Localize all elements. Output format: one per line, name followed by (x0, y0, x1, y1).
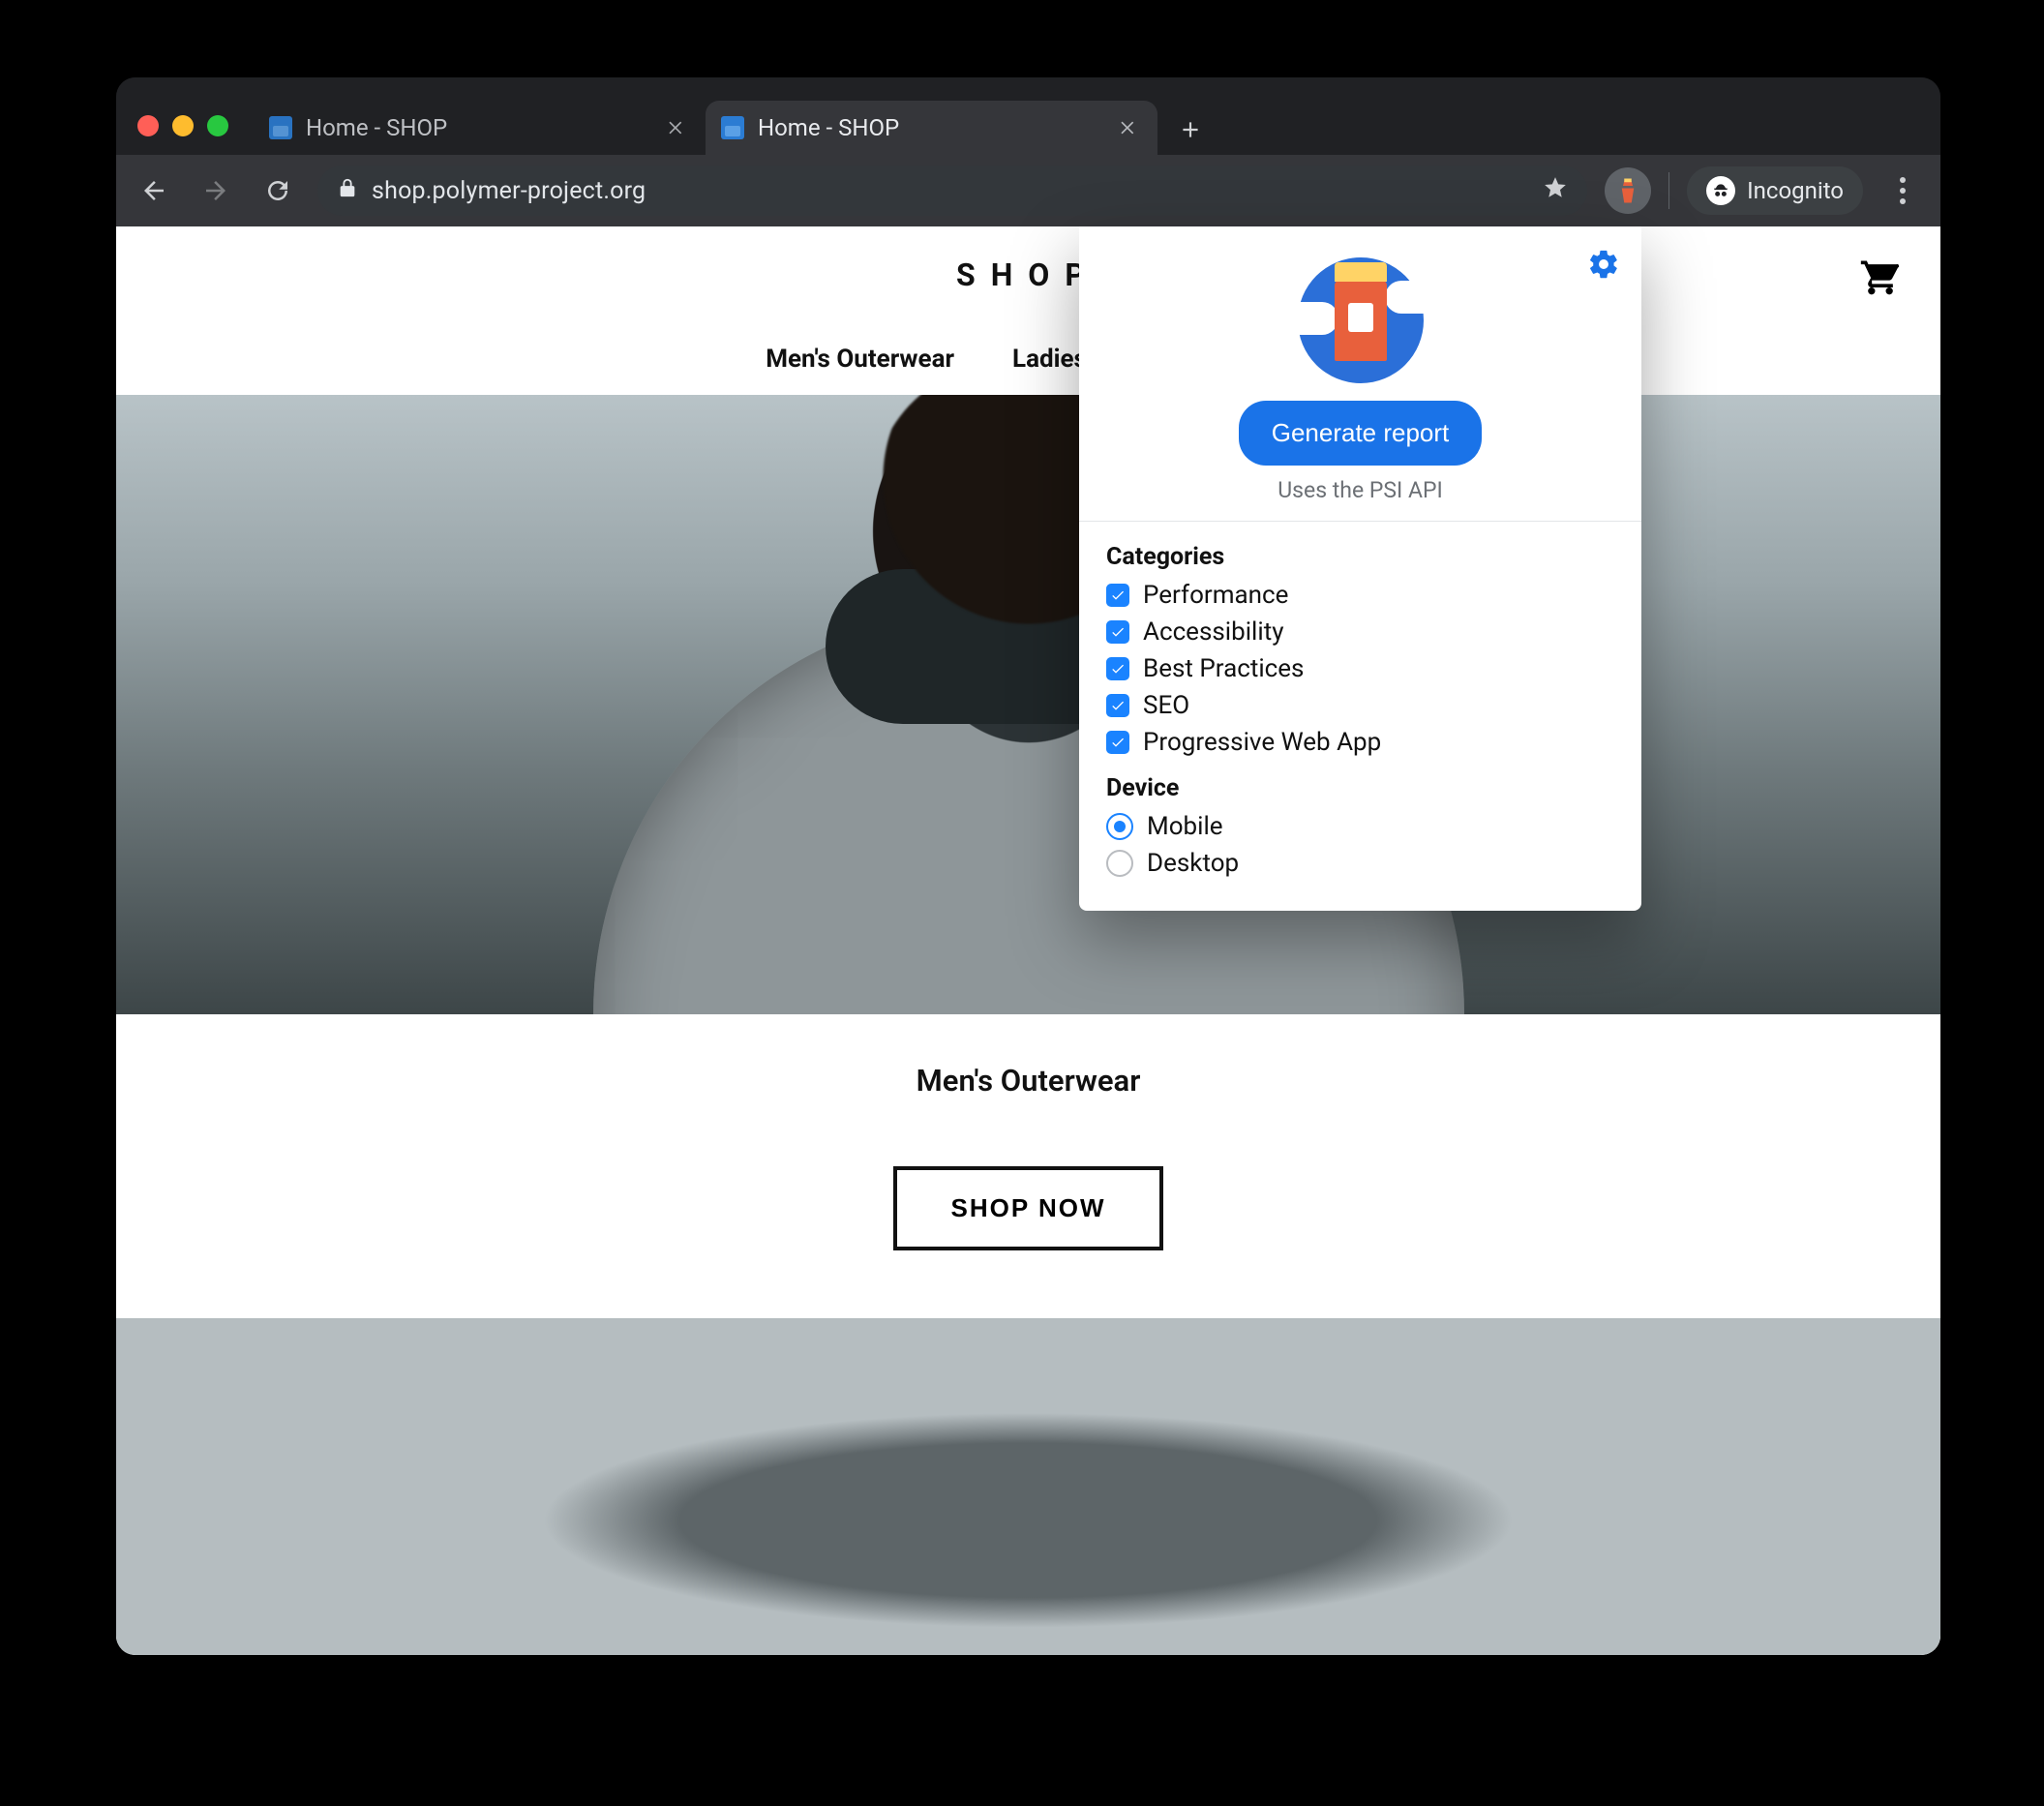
secondary-hero-image (116, 1318, 1940, 1655)
tab-close-button[interactable] (663, 114, 690, 141)
category-accessibility[interactable]: Accessibility (1106, 617, 1614, 647)
tab-title: Home - SHOP (306, 114, 649, 141)
cart-icon[interactable] (1859, 256, 1902, 298)
incognito-label: Incognito (1747, 177, 1844, 204)
category-label: Accessibility (1143, 617, 1284, 647)
minimize-window-button[interactable] (172, 115, 194, 136)
category-label: Progressive Web App (1143, 728, 1381, 757)
reload-button[interactable] (256, 168, 300, 213)
lighthouse-popup: Generate report Uses the PSI API Categor… (1079, 226, 1641, 911)
forward-button[interactable] (194, 168, 238, 213)
gear-icon[interactable] (1587, 248, 1620, 285)
tab-title: Home - SHOP (758, 114, 1101, 141)
device-label: Mobile (1147, 812, 1223, 841)
device-label: Desktop (1147, 849, 1239, 878)
categories-heading: Categories (1106, 543, 1614, 571)
categories-list: Performance Accessibility Best Practices… (1106, 581, 1614, 757)
shop-page: SHOP Men's Outerwear Ladies Outerwear M (116, 226, 1940, 1655)
browser-window: Home - SHOP Home - SHOP (116, 77, 1940, 1655)
favicon-icon (269, 116, 292, 139)
category-label: Performance (1143, 581, 1288, 610)
device-mobile[interactable]: Mobile (1106, 812, 1614, 841)
radio-selected-icon (1106, 813, 1133, 840)
category-pwa[interactable]: Progressive Web App (1106, 728, 1614, 757)
checkbox-checked-icon (1106, 584, 1129, 607)
favicon-icon (721, 116, 744, 139)
back-button[interactable] (132, 168, 176, 213)
window-controls (137, 97, 228, 155)
device-heading: Device (1106, 774, 1614, 802)
checkbox-checked-icon (1106, 620, 1129, 644)
shop-nav: Men's Outerwear Ladies Outerwear M (116, 323, 1940, 395)
shop-now-button[interactable]: SHOP NOW (893, 1166, 1164, 1250)
category-label: SEO (1143, 691, 1189, 720)
nav-mens-outerwear[interactable]: Men's Outerwear (766, 345, 954, 374)
url-text: shop.polymer-project.org (372, 177, 646, 205)
generate-report-button[interactable]: Generate report (1239, 401, 1483, 466)
tab-strip: Home - SHOP Home - SHOP (116, 77, 1940, 155)
checkbox-checked-icon (1106, 657, 1129, 680)
bookmark-star-icon[interactable] (1543, 175, 1568, 207)
checkbox-checked-icon (1106, 694, 1129, 717)
chrome-menu-button[interactable] (1880, 168, 1925, 213)
lighthouse-extension-button[interactable] (1605, 167, 1651, 214)
new-tab-button[interactable] (1165, 105, 1216, 155)
device-list: Mobile Desktop (1106, 812, 1614, 878)
maximize-window-button[interactable] (207, 115, 228, 136)
divider (1079, 521, 1641, 522)
separator (1668, 172, 1669, 209)
checkbox-checked-icon (1106, 731, 1129, 754)
device-desktop[interactable]: Desktop (1106, 849, 1614, 878)
category-performance[interactable]: Performance (1106, 581, 1614, 610)
category-best-practices[interactable]: Best Practices (1106, 654, 1614, 683)
address-bar[interactable]: shop.polymer-project.org (317, 166, 1587, 216)
category-label: Best Practices (1143, 654, 1304, 683)
toolbar: shop.polymer-project.org Incognito (116, 155, 1940, 226)
lock-icon (337, 177, 358, 205)
psi-subtext: Uses the PSI API (1106, 477, 1614, 503)
hero-image (116, 395, 1940, 1014)
incognito-icon (1706, 176, 1735, 205)
incognito-chip[interactable]: Incognito (1687, 166, 1863, 215)
category-seo[interactable]: SEO (1106, 691, 1614, 720)
radio-unselected-icon (1106, 850, 1133, 877)
close-window-button[interactable] (137, 115, 159, 136)
shop-header: SHOP (116, 226, 1940, 323)
tab-active[interactable]: Home - SHOP (706, 101, 1157, 155)
viewport: SHOP Men's Outerwear Ladies Outerwear M (116, 226, 1940, 1655)
section-title: Men's Outerwear (116, 1063, 1940, 1099)
tab-inactive[interactable]: Home - SHOP (254, 101, 706, 155)
lighthouse-logo-icon (1298, 257, 1424, 383)
tab-close-button[interactable] (1115, 114, 1142, 141)
